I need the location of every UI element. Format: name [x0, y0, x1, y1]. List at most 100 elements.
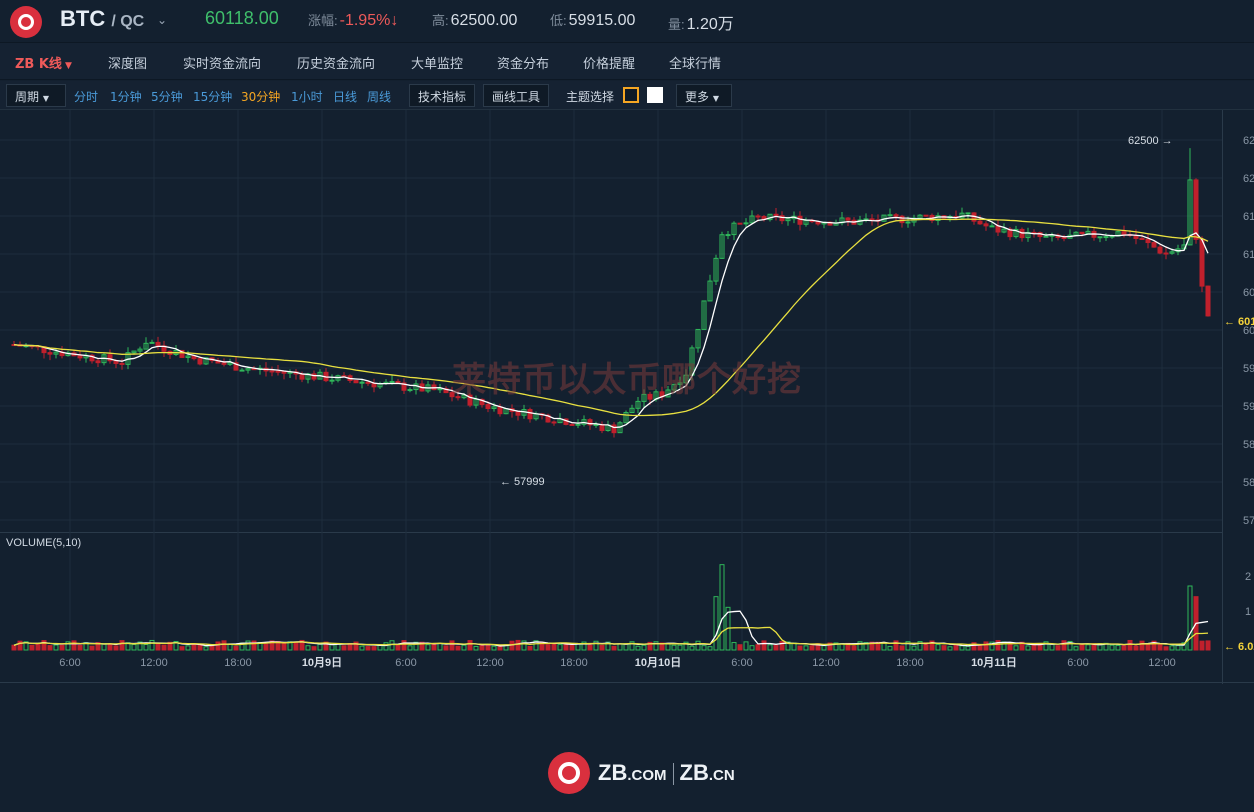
volume-bar [119, 640, 125, 651]
tab-realtime-flow[interactable]: 实时资金流向 [183, 53, 261, 72]
last-price-tag: ← 601 [1224, 316, 1254, 328]
volume-ma5-line [13, 610, 1209, 647]
candle-body [1205, 285, 1211, 317]
chevron-down-icon[interactable]: ⌄ [157, 13, 167, 27]
interval-1min[interactable]: 1分钟 [110, 88, 142, 105]
time-tick-label: 18:00 [896, 657, 924, 669]
volume-bar [491, 645, 497, 651]
volume-bar [803, 645, 809, 651]
volume-bar [305, 645, 311, 651]
volume-bar [1037, 644, 1043, 651]
candle-body [1157, 246, 1163, 254]
volume-bar [743, 641, 749, 651]
interval-15min[interactable]: 15分钟 [193, 88, 232, 105]
interval-week[interactable]: 周线 [367, 88, 391, 105]
candle-body [1145, 238, 1151, 244]
interval-30min[interactable]: 30分钟 [241, 88, 280, 105]
volume-bar [455, 645, 461, 651]
footer-brand: ZB.COM ZB.CN [598, 760, 735, 786]
volume-bar [959, 645, 965, 651]
candle-body [1151, 242, 1157, 248]
brand-divider [672, 763, 674, 786]
interval-timeline[interactable]: 分时 [74, 88, 98, 105]
volume-bar [215, 641, 221, 651]
time-tick-label: 18:00 [224, 657, 252, 669]
volume-bar [1205, 640, 1211, 651]
price-tick-label: 60 [1243, 287, 1254, 299]
volume-bar [695, 640, 701, 651]
volume-bar [515, 639, 521, 651]
candle-body [1079, 231, 1085, 235]
indicators-button[interactable]: 技术指标 [409, 84, 476, 107]
volume-last-tag: ← 6.02 [1224, 641, 1254, 653]
low-label: 低: [550, 13, 567, 28]
volume-bar [77, 644, 83, 651]
volume-bar [551, 642, 557, 651]
theme-dark-swatch[interactable] [623, 87, 639, 103]
pair-title[interactable]: BTC / QC [60, 6, 144, 32]
volume-bar [1115, 644, 1121, 651]
volume-bar [251, 640, 257, 651]
volume-bar [1127, 639, 1133, 651]
volume-bar [53, 644, 59, 651]
volume-bar [1169, 645, 1175, 651]
volume-title: VOLUME(5,10) [6, 537, 81, 549]
volume-bar [497, 646, 503, 651]
change-value: -1.95%↓ [339, 12, 399, 29]
volume-bar [437, 642, 443, 651]
caret-down-icon: ▼ [712, 94, 719, 103]
high-marker: 62500 → [1128, 135, 1173, 147]
high-value: 62500.00 [450, 12, 518, 29]
tab-big-order[interactable]: 大单监控 [411, 53, 463, 72]
interval-5min[interactable]: 5分钟 [151, 88, 183, 105]
tab-kline[interactable]: ZB K线 ▼ [15, 53, 72, 72]
candle-body [989, 225, 995, 228]
tab-global-market[interactable]: 全球行情 [669, 53, 721, 72]
volume-bar [731, 642, 737, 651]
interval-1hour[interactable]: 1小时 [291, 88, 323, 105]
candle-body [353, 380, 359, 384]
more-button[interactable]: 更多 ▼ [676, 84, 732, 107]
volume-bar [263, 643, 269, 651]
footer-logo: ZB.COM ZB.CN [548, 752, 735, 794]
candle-body [869, 218, 875, 221]
volume-bar [737, 644, 743, 651]
volume-bar [281, 642, 287, 651]
volume-bar [161, 644, 167, 651]
period-select[interactable]: 周期 ▼ [6, 84, 66, 107]
volume-bar [899, 645, 905, 651]
candle-body [221, 362, 227, 365]
volume-bar [749, 645, 755, 651]
theme-light-swatch[interactable] [647, 87, 663, 103]
tab-depth[interactable]: 深度图 [108, 53, 147, 72]
draw-tools-button[interactable]: 画线工具 [483, 84, 550, 107]
candle-body [95, 360, 101, 364]
volume-bar [1157, 644, 1163, 651]
volume-bar [197, 644, 203, 651]
candle-body [983, 223, 989, 227]
volume-bar [689, 645, 695, 651]
candle-body [119, 362, 125, 365]
candle-body [239, 369, 245, 372]
volume-bar [233, 645, 239, 651]
tab-history-flow[interactable]: 历史资金流向 [297, 53, 375, 72]
axes: 62626161606059595858576:00 12:00 18:00 10月9… [6, 135, 1254, 669]
time-tick-label: 10月10日 [635, 656, 681, 669]
volume-bar [761, 640, 767, 651]
zb-logo-icon[interactable] [10, 6, 42, 38]
candle-body [497, 406, 503, 415]
volume-bar [719, 564, 725, 651]
time-tick-label: 6:00 [395, 657, 416, 669]
volume-tick-label: 1 [1245, 606, 1251, 618]
interval-day[interactable]: 日线 [333, 88, 357, 105]
tab-fund-dist[interactable]: 资金分布 [497, 53, 549, 72]
candle-body [1097, 236, 1103, 239]
volume-bar [1085, 644, 1091, 651]
candle-body [737, 222, 743, 225]
volume-bar [131, 644, 137, 651]
price-tick-label: 58 [1243, 439, 1254, 451]
candle-body [779, 215, 785, 222]
candle-body [725, 234, 731, 237]
tab-price-alert[interactable]: 价格提醒 [583, 53, 635, 72]
zb-logo-icon [548, 752, 590, 794]
